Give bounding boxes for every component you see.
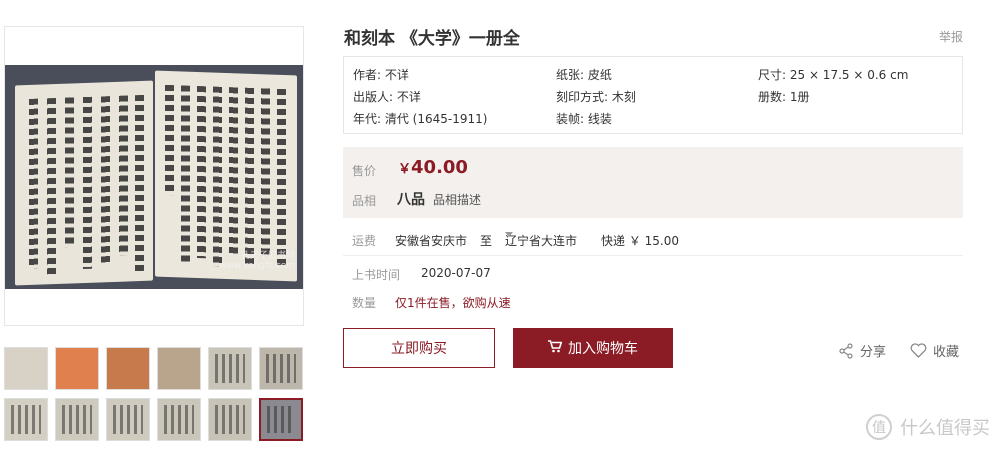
attr-volumes: 册数: 1册	[758, 90, 810, 104]
quantity-label: 数量	[352, 296, 377, 310]
thumbnail-text-pattern	[267, 406, 295, 433]
thumbnail-text-pattern	[215, 354, 245, 383]
watermark: 孔夫子旧书网 www.kongfz.com	[219, 251, 295, 271]
attr-era: 年代: 清代 (1645-1911)	[353, 112, 488, 126]
attr-size: 尺寸: 25 × 17.5 × 0.6 cm	[758, 68, 909, 82]
thumbnail-12[interactable]	[259, 398, 303, 441]
price-value: 40.00	[411, 157, 468, 178]
thumbnail-image	[158, 348, 200, 389]
share-icon	[839, 342, 853, 359]
chevron-down-icon	[505, 232, 513, 237]
thumbnail-image	[56, 348, 98, 389]
quantity-text: 仅1件在售，欲购从速	[395, 296, 511, 310]
thumbnail-3[interactable]	[106, 347, 150, 390]
thumbnail-image	[107, 348, 149, 389]
book-photo: 孔夫子旧书网 www.kongfz.com	[5, 65, 303, 289]
ship-to-value: 辽宁省大连市	[505, 234, 578, 248]
book-left-page	[15, 80, 153, 286]
attr-author: 作者: 不详	[353, 68, 409, 82]
price-box: 售价 ￥40.00 品相 八品 品相描述	[343, 147, 963, 218]
brand-name: 什么值得买	[900, 418, 990, 439]
divider	[343, 255, 963, 256]
currency-symbol: ￥	[398, 162, 412, 177]
ship-method: 快递 ￥ 15.00	[601, 234, 679, 248]
thumbnail-text-pattern	[11, 405, 41, 434]
report-link[interactable]: 举报	[939, 28, 963, 45]
add-to-cart-button[interactable]: 加入购物车	[513, 328, 673, 368]
book-right-page	[155, 70, 297, 282]
brand-watermark: 值 什么值得买	[866, 414, 990, 440]
price: ￥40.00	[398, 157, 468, 178]
share-button[interactable]: 分享	[838, 341, 886, 360]
condition-description-link[interactable]: 品相描述	[433, 191, 481, 208]
thumbnail-4[interactable]	[157, 347, 201, 390]
thumbnail-2[interactable]	[55, 347, 99, 390]
ship-to-word: 至	[480, 234, 493, 248]
brand-badge-icon: 值	[866, 414, 892, 440]
thumbnail-11[interactable]	[208, 398, 252, 441]
attr-binding: 装帧: 线装	[556, 112, 612, 126]
main-product-image[interactable]: 孔夫子旧书网 www.kongfz.com	[4, 26, 304, 326]
price-label: 售价	[352, 164, 377, 178]
share-label: 分享	[860, 345, 887, 360]
thumbnail-text-pattern	[113, 405, 143, 434]
condition-grade: 八品	[397, 192, 425, 208]
add-to-cart-label: 加入购物车	[568, 341, 638, 357]
thumbnail-image	[5, 348, 47, 389]
thumbnail-text-pattern	[164, 405, 194, 434]
thumbnail-text-pattern	[215, 405, 245, 434]
thumbnail-10[interactable]	[157, 398, 201, 441]
thumbnail-8[interactable]	[55, 398, 99, 441]
thumbnail-5[interactable]	[208, 347, 252, 390]
listing-date: 2020-07-07	[421, 266, 491, 280]
thumbnail-text-pattern	[266, 354, 296, 383]
thumbnail-1[interactable]	[4, 347, 48, 390]
thumbnail-7[interactable]	[4, 398, 48, 441]
thumbnail-9[interactable]	[106, 398, 150, 441]
product-title: 和刻本 《大学》一册全	[344, 29, 520, 49]
attr-paper: 纸张: 皮纸	[556, 68, 612, 82]
attributes-box: 作者: 不详 出版人: 不详 年代: 清代 (1645-1911) 纸张: 皮纸…	[343, 56, 963, 134]
cart-icon	[548, 339, 563, 357]
thumbnail-6[interactable]	[259, 347, 303, 390]
thumbnail-text-pattern	[62, 405, 92, 434]
ship-from: 安徽省安庆市	[395, 234, 468, 248]
attr-print-method: 刻印方式: 木刻	[556, 90, 636, 104]
listing-date-label: 上书时间	[352, 268, 401, 282]
condition-label: 品相	[352, 194, 377, 208]
heart-icon	[910, 343, 927, 358]
buy-now-button[interactable]: 立即购买	[343, 328, 495, 368]
favorite-button[interactable]: 收藏	[910, 341, 959, 360]
attr-publisher: 出版人: 不详	[353, 90, 421, 104]
favorite-label: 收藏	[933, 345, 960, 360]
shipping-label: 运费	[352, 234, 377, 248]
